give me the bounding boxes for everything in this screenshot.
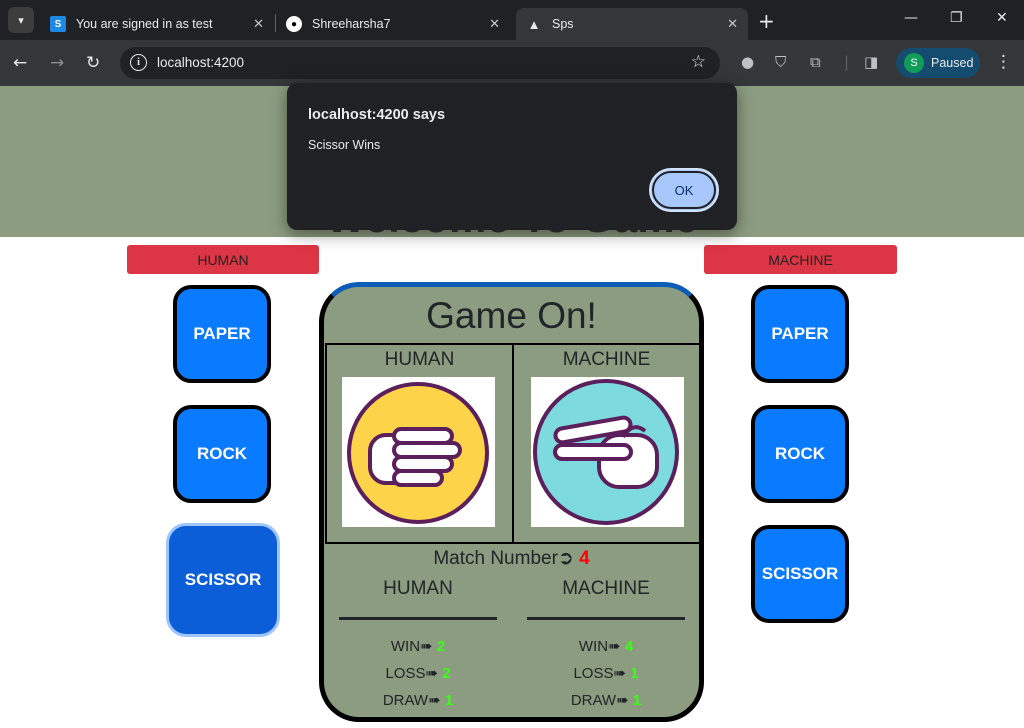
dialog-title: localhost:4200 says [308,107,446,123]
avatar: S [904,53,924,73]
match-label: Match Number➲ [433,548,574,569]
stat-label: WIN➠ [578,638,621,655]
extensions-puzzle-icon[interactable]: ⧉ [810,53,821,71]
reload-icon[interactable]: ↻ [86,53,100,73]
match-number: Match Number➲ 4 [324,547,699,570]
restore-icon[interactable]: ❐ [950,10,963,26]
tab-search-button[interactable]: ▾ [8,7,34,33]
stat-value: 2 [436,638,446,655]
window-close-icon[interactable]: ✕ [996,10,1008,26]
machine-paper-button[interactable]: PAPER [751,285,849,383]
alert-dialog: localhost:4200 says Scissor Wins OK [287,83,737,230]
close-icon[interactable]: ✕ [489,16,500,32]
machine-label: MACHINE [704,245,897,274]
human-paper-button[interactable]: PAPER [173,285,271,383]
ok-button[interactable]: OK [649,168,719,212]
tab-title: Shreeharsha7 [312,17,391,31]
chevron-down-icon: ▾ [18,13,24,27]
divider [527,617,685,620]
divider [339,617,497,620]
machine-rock-button[interactable]: ROCK [751,405,849,503]
human-loss-stat: LOSS➠ 2 [338,664,498,682]
tab-github[interactable]: ● Shreeharsha7 ✕ [276,8,510,40]
machine-win-stat: WIN➠ 4 [526,637,686,655]
machine-played-panel: MACHINE [512,343,699,544]
game-board: Game On! HUMAN MACHINE Match Number➲ 4 H… [319,282,704,722]
url-text[interactable]: localhost:4200 [157,55,244,70]
human-rock-button[interactable]: ROCK [173,405,271,503]
human-label: HUMAN [127,245,319,274]
rock-hand-icon [342,377,495,527]
stat-label: DRAW➠ [382,692,441,709]
machine-loss-stat: LOSS➠ 1 [526,664,686,682]
human-played-panel: HUMAN [325,343,514,544]
extension-drop-icon[interactable]: ● [741,53,754,71]
stat-value: 1 [632,692,642,709]
bookmark-star-icon[interactable]: ☆ [691,52,706,72]
minimize-icon[interactable]: — [904,10,918,26]
close-icon[interactable]: ✕ [727,16,738,32]
human-panel-title: HUMAN [384,349,455,370]
machine-scissor-button[interactable]: SCISSOR [751,525,849,623]
stat-value: 2 [442,665,451,682]
more-menu-icon[interactable]: ⋮ [995,52,1012,72]
stat-label: LOSS➠ [573,665,627,682]
site-favicon-icon: S [50,16,66,32]
stat-value: 4 [624,638,634,655]
new-tab-icon[interactable]: + [758,9,775,33]
stat-label: WIN➠ [390,638,433,655]
tab-title: Sps [552,17,574,31]
stat-value: 1 [444,692,454,709]
board-title: Game On! [426,295,597,336]
profile-status: Paused [931,56,974,70]
human-win-stat: WIN➠ 2 [338,637,498,655]
scissor-hand-icon [531,377,684,527]
github-icon: ● [286,16,302,32]
site-info-icon[interactable]: i [130,54,147,71]
tab-sps[interactable]: ▲ Sps ✕ [516,8,748,40]
machine-stats-title: MACHINE [562,578,650,599]
tab-signed-in[interactable]: S You are signed in as test ✕ [40,8,274,40]
side-panel-icon[interactable]: ◨ [864,53,878,71]
human-scissor-button[interactable]: SCISSOR [166,523,280,637]
address-bar[interactable]: i localhost:4200 ☆ [120,47,720,79]
human-draw-stat: DRAW➠ 1 [338,691,498,709]
match-number-value: 4 [579,548,590,569]
machine-draw-stat: DRAW➠ 1 [526,691,686,709]
shield-extension-icon[interactable]: ⛉ [775,53,786,71]
tab-title: You are signed in as test [76,17,213,31]
machine-panel-title: MACHINE [562,349,651,370]
close-icon[interactable]: ✕ [253,16,264,32]
dialog-message: Scissor Wins [308,138,381,152]
back-arrow-icon[interactable]: ← [13,53,27,73]
human-stats-title: HUMAN [383,578,453,599]
toolbar-divider: | [844,53,850,71]
stat-label: DRAW➠ [570,692,629,709]
browser-toolbar: ← → ↻ i localhost:4200 ☆ ● ⛉ ⧉ | ◨ S Pau… [0,40,1024,86]
stat-label: LOSS➠ [385,665,439,682]
tab-strip: ▾ S You are signed in as test ✕ ● Shreeh… [0,0,1024,40]
profile-button[interactable]: S Paused [896,48,980,78]
forward-arrow-icon[interactable]: → [50,53,64,73]
stat-value: 1 [630,665,639,682]
angular-icon: ▲ [527,16,541,32]
